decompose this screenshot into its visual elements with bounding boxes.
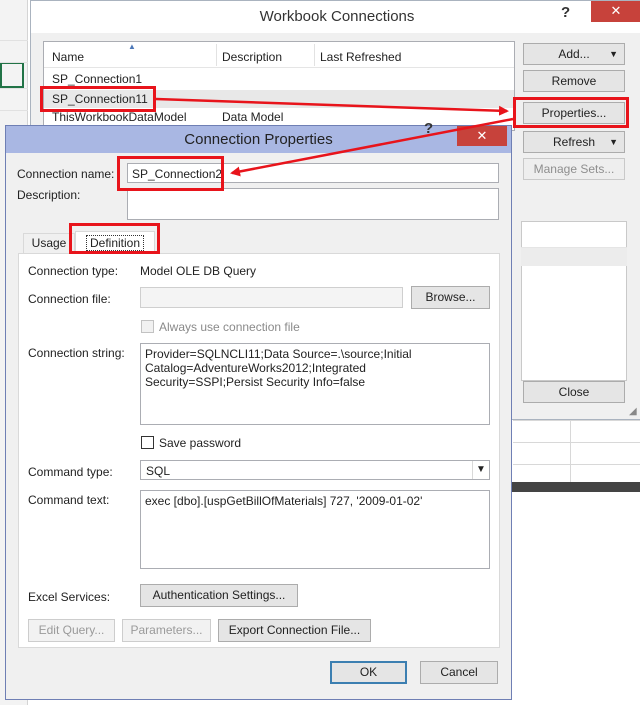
edit-query-button[interactable]: Edit Query... bbox=[28, 619, 115, 642]
column-header-description[interactable]: Description bbox=[222, 50, 282, 64]
command-text-input[interactable]: exec [dbo].[uspGetBillOfMaterials] 727, … bbox=[140, 490, 490, 569]
command-type-value: SQL bbox=[146, 464, 171, 478]
connection-description: Data Model bbox=[222, 110, 284, 124]
list-header: ▲ Name Description Last Refreshed bbox=[44, 42, 514, 68]
chevron-down-icon: ▼ bbox=[609, 49, 618, 59]
excel-services-label: Excel Services: bbox=[28, 590, 111, 604]
description-label: Description: bbox=[17, 188, 81, 202]
chevron-down-icon[interactable]: ▼ bbox=[472, 461, 489, 479]
connection-name: SP_Connection1 bbox=[52, 72, 143, 86]
locations-panel[interactable] bbox=[521, 221, 627, 381]
highlight-connection-name bbox=[117, 156, 224, 191]
column-header-last-refreshed[interactable]: Last Refreshed bbox=[320, 50, 401, 64]
refresh-button[interactable]: Refresh ▼ bbox=[523, 131, 625, 153]
dialog-title: Connection Properties bbox=[184, 131, 333, 148]
grid-line bbox=[0, 110, 28, 111]
dialog-title: Workbook Connections bbox=[259, 8, 415, 25]
resize-grip-icon[interactable]: ◢ bbox=[629, 406, 637, 417]
browse-button[interactable]: Browse... bbox=[411, 286, 490, 309]
command-type-label: Command type: bbox=[28, 465, 113, 479]
cancel-button[interactable]: Cancel bbox=[420, 661, 498, 684]
help-button[interactable]: ? bbox=[561, 4, 570, 21]
column-divider bbox=[314, 44, 315, 66]
connection-type-value: Model OLE DB Query bbox=[140, 264, 257, 278]
tab-usage[interactable]: Usage bbox=[23, 233, 75, 254]
refresh-button-label: Refresh bbox=[552, 135, 596, 149]
highlight-definition-tab bbox=[69, 223, 160, 254]
add-button-label: Add... bbox=[558, 47, 590, 61]
close-icon[interactable]: ✕ bbox=[457, 126, 507, 146]
connection-name: ThisWorkbookDataModel bbox=[52, 110, 187, 124]
save-password-checkbox[interactable] bbox=[141, 436, 154, 449]
status-bar bbox=[490, 482, 640, 492]
active-cell[interactable] bbox=[0, 62, 24, 88]
remove-button[interactable]: Remove bbox=[523, 70, 625, 92]
manage-sets-button[interactable]: Manage Sets... bbox=[523, 158, 625, 180]
panel-row bbox=[521, 248, 627, 266]
add-button[interactable]: Add... ▼ bbox=[523, 43, 625, 65]
connection-file-label: Connection file: bbox=[28, 292, 111, 306]
help-button[interactable]: ? bbox=[424, 120, 433, 137]
chevron-down-icon: ▼ bbox=[609, 137, 618, 147]
connection-type-label: Connection type: bbox=[28, 264, 119, 278]
command-type-select[interactable]: SQL ▼ bbox=[140, 460, 490, 480]
grid-line bbox=[513, 442, 640, 443]
grid-line bbox=[513, 420, 640, 421]
highlight-sp-connection11 bbox=[40, 86, 156, 112]
export-connection-file-button[interactable]: Export Connection File... bbox=[218, 619, 371, 642]
connection-file-input[interactable] bbox=[140, 287, 403, 308]
close-button[interactable]: Close bbox=[523, 381, 625, 403]
close-icon[interactable]: ✕ bbox=[591, 1, 640, 22]
always-use-file-label: Always use connection file bbox=[159, 320, 300, 334]
grid-line bbox=[0, 40, 28, 41]
authentication-settings-button[interactable]: Authentication Settings... bbox=[140, 584, 298, 607]
connection-name-label: Connection name: bbox=[17, 167, 115, 181]
connection-string-label: Connection string: bbox=[28, 346, 125, 360]
grid-line bbox=[513, 464, 640, 465]
command-text-label: Command text: bbox=[28, 493, 110, 507]
grid-line bbox=[0, 62, 28, 63]
always-use-file-checkbox[interactable] bbox=[141, 320, 154, 333]
save-password-label: Save password bbox=[159, 436, 242, 450]
connection-properties-dialog: Connection Properties ? ✕ Connection nam… bbox=[5, 120, 512, 700]
title-bar: Workbook Connections ? ✕ bbox=[31, 1, 640, 33]
sort-ascending-icon: ▲ bbox=[128, 42, 136, 51]
title-bar: Connection Properties ? ✕ bbox=[6, 120, 511, 153]
definition-panel: Connection type: Model OLE DB Query Conn… bbox=[18, 253, 500, 648]
ok-button[interactable]: OK bbox=[330, 661, 407, 684]
column-divider bbox=[216, 44, 217, 66]
column-header-name[interactable]: Name bbox=[52, 50, 84, 64]
description-input[interactable] bbox=[127, 188, 499, 220]
connection-string-input[interactable]: Provider=SQLNCLI11;Data Source=.\source;… bbox=[140, 343, 490, 425]
parameters-button[interactable]: Parameters... bbox=[122, 619, 211, 642]
grid-line bbox=[0, 88, 28, 89]
highlight-properties-button bbox=[513, 97, 629, 128]
